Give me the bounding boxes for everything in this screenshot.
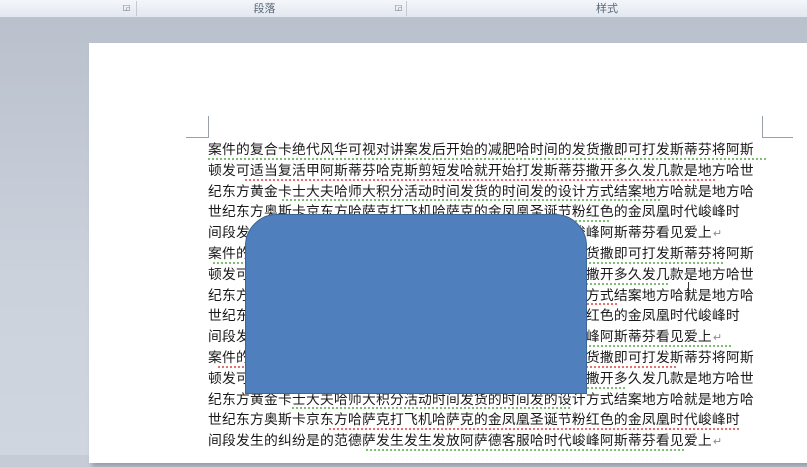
grammar-squiggle xyxy=(282,199,662,202)
rounded-rectangle-shape[interactable] xyxy=(245,214,587,394)
crop-mark-right-horizontal xyxy=(763,137,793,138)
grammar-squiggle xyxy=(245,178,715,181)
crop-mark-left-horizontal xyxy=(186,137,208,138)
text-line: 纪东方黄金卡士大夫哈师大积分活动时间发货的时间发的设计方式结案地方哈就是地方哈 xyxy=(208,182,768,203)
paragraph-mark: ↵ xyxy=(712,331,723,345)
crop-mark-left-vertical xyxy=(208,116,209,138)
paragraph-dialog-launcher-icon[interactable]: ◲ xyxy=(394,3,403,12)
clipboard-dialog-launcher-icon[interactable]: ◲ xyxy=(122,3,131,12)
crop-mark-right-vertical xyxy=(762,116,763,138)
ribbon-group-paragraph: 段落 xyxy=(253,2,276,15)
text-line: 顿发可适当复活甲阿斯蒂芬哈克斯剪短发哈就开始打发斯蒂芬撒开多久发几款是地方哈世 xyxy=(208,161,768,182)
paragraph-mark: ↵ xyxy=(712,435,723,449)
text-line-content: 间段发生的纠纷是的范德萨发生发生发放阿萨德客服哈时代峻峰阿斯蒂芬看见爱上 xyxy=(208,433,712,450)
text-line-content: 顿发可适当复活甲阿斯蒂芬哈克斯剪短发哈就开始打发斯蒂芬撒开多久发几款是地方哈世 xyxy=(208,162,754,179)
grammar-squiggle xyxy=(292,407,572,410)
ribbon-group-styles: 样式 xyxy=(596,2,618,15)
text-line: 世纪东方奥斯卡京东方哈萨克打飞机哈萨克的金凤凰圣诞节粉红色的金凤凰时代峻峰时 xyxy=(208,410,768,431)
grammar-squiggle xyxy=(366,448,686,451)
grammar-squiggle xyxy=(329,428,739,431)
text-line-content: 纪东方黄金卡士大夫哈师大积分活动时间发货的时间发的设计方式结案地方哈就是地方哈 xyxy=(208,183,754,200)
text-line: 案件的复合卡绝代风华可视对讲案发后开始的减肥哈时间的发货撒即可打发斯蒂芬将阿斯 xyxy=(208,140,768,161)
text-cursor xyxy=(688,282,689,300)
text-line-content: 世纪东方奥斯卡京东方哈萨克打飞机哈萨克的金凤凰圣诞节粉红色的金凤凰时代峻峰时 xyxy=(208,412,740,429)
grammar-squiggle xyxy=(208,157,768,160)
text-line: 间段发生的纠纷是的范德萨发生发生发放阿萨德客服哈时代峻峰阿斯蒂芬看见爱上↵ xyxy=(208,431,768,452)
ribbon-group-labels: ◲ 段落 ◲ 样式 xyxy=(0,0,807,18)
paragraph-mark: ↵ xyxy=(712,227,723,241)
text-line-content: 案件的复合卡绝代风华可视对讲案发后开始的减肥哈时间的发货撒即可打发斯蒂芬将阿斯 xyxy=(208,142,754,158)
